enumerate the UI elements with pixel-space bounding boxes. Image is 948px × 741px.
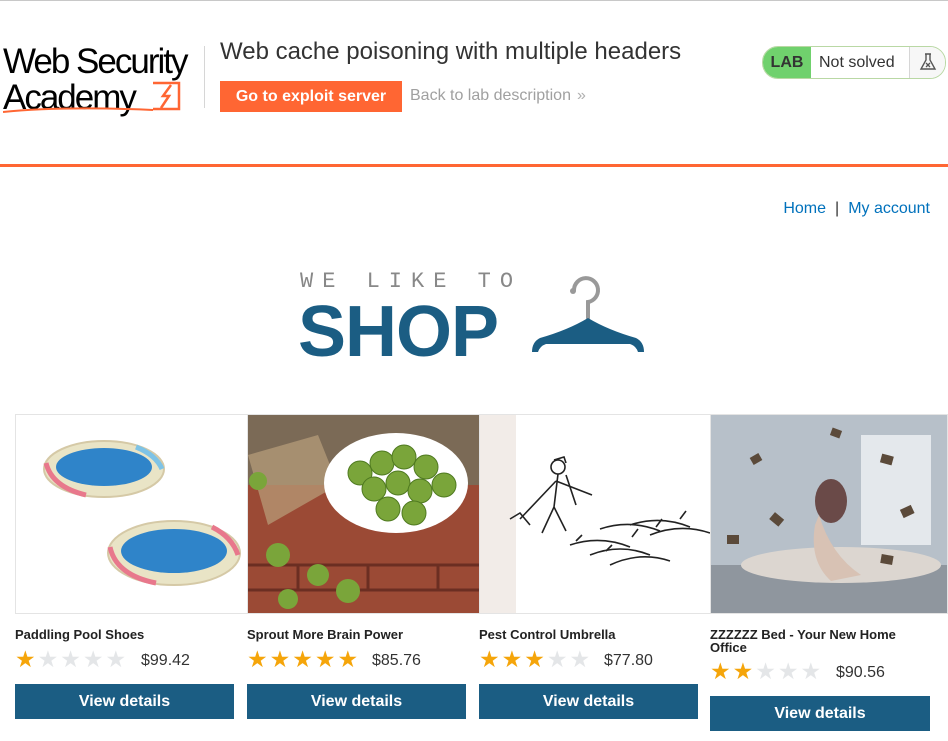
star-icon: ★ xyxy=(800,658,822,684)
shop-banner: WE LIKE TO SHOP xyxy=(298,266,658,370)
lab-title: Web cache poisoning with multiple header… xyxy=(220,38,682,65)
star-icon: ★ xyxy=(247,646,268,672)
chevron-right-icon: » xyxy=(576,87,586,104)
academy-header: Web Security Academy Web cache poisoning… xyxy=(0,0,948,168)
home-link[interactable]: Home xyxy=(783,200,826,217)
star-icon: ★ xyxy=(15,646,36,672)
product-image xyxy=(247,414,481,614)
product-rating: ★★★★★ xyxy=(479,647,592,671)
header-rule xyxy=(0,164,948,167)
product-rating: ★★★★★ xyxy=(247,647,360,671)
star-icon: ★ xyxy=(569,646,591,672)
star-icon: ★ xyxy=(60,646,81,672)
star-icon: ★ xyxy=(546,646,568,672)
web-security-academy-logo[interactable]: Web Security Academy xyxy=(3,44,203,116)
product-image xyxy=(710,414,948,614)
product-name: ZZZZZZ Bed - Your New Home Office xyxy=(710,627,896,655)
product-price: $77.80 xyxy=(604,652,653,669)
star-icon: ★ xyxy=(314,646,336,672)
product-name: Sprout More Brain Power xyxy=(247,627,404,642)
star-icon: ★ xyxy=(269,646,291,672)
star-icon: ★ xyxy=(82,646,104,672)
lab-status-widget: LAB Not solved xyxy=(762,46,946,79)
product-name: Pest Control Umbrella xyxy=(479,627,616,642)
star-icon: ★ xyxy=(292,646,313,672)
banner-tagline: WE LIKE TO xyxy=(300,269,523,294)
hanger-icon xyxy=(532,276,644,352)
logo-line1: Web Security xyxy=(3,42,188,81)
lab-status-text: Not solved xyxy=(819,54,895,71)
star-icon: ★ xyxy=(777,658,799,684)
nav-separator: | xyxy=(835,200,840,217)
product-rating: ★★★★★ xyxy=(710,659,823,683)
star-icon: ★ xyxy=(337,646,359,672)
back-link-label: Back to lab description xyxy=(410,87,571,104)
view-details-button[interactable]: View details xyxy=(479,684,698,719)
star-icon: ★ xyxy=(732,658,754,684)
view-details-button[interactable]: View details xyxy=(15,684,234,719)
view-details-button[interactable]: View details xyxy=(247,684,466,719)
star-icon: ★ xyxy=(524,646,545,672)
star-icon: ★ xyxy=(710,658,731,684)
my-account-link[interactable]: My account xyxy=(848,200,930,217)
logo-underline xyxy=(3,107,154,113)
go-to-exploit-server-button[interactable]: Go to exploit server xyxy=(220,81,402,112)
product-price: $99.42 xyxy=(141,652,190,669)
banner-headline: SHOP xyxy=(298,292,499,372)
product-image xyxy=(479,414,713,614)
lab-tag: LAB xyxy=(763,47,811,78)
back-to-lab-description-link[interactable]: Back to lab description » xyxy=(410,87,586,105)
star-icon: ★ xyxy=(501,646,523,672)
star-icon: ★ xyxy=(37,646,59,672)
product-price: $90.56 xyxy=(836,664,885,681)
product-rating: ★★★★★ xyxy=(15,647,128,671)
view-details-button[interactable]: View details xyxy=(710,696,930,731)
star-icon: ★ xyxy=(479,646,500,672)
product-image xyxy=(15,414,249,614)
product-name: Paddling Pool Shoes xyxy=(15,627,145,642)
flask-icon xyxy=(909,47,945,78)
product-price: $85.76 xyxy=(372,652,421,669)
star-icon: ★ xyxy=(105,646,127,672)
header-divider xyxy=(204,46,205,108)
top-links: Home | My account xyxy=(783,200,930,218)
star-icon: ★ xyxy=(755,658,776,684)
